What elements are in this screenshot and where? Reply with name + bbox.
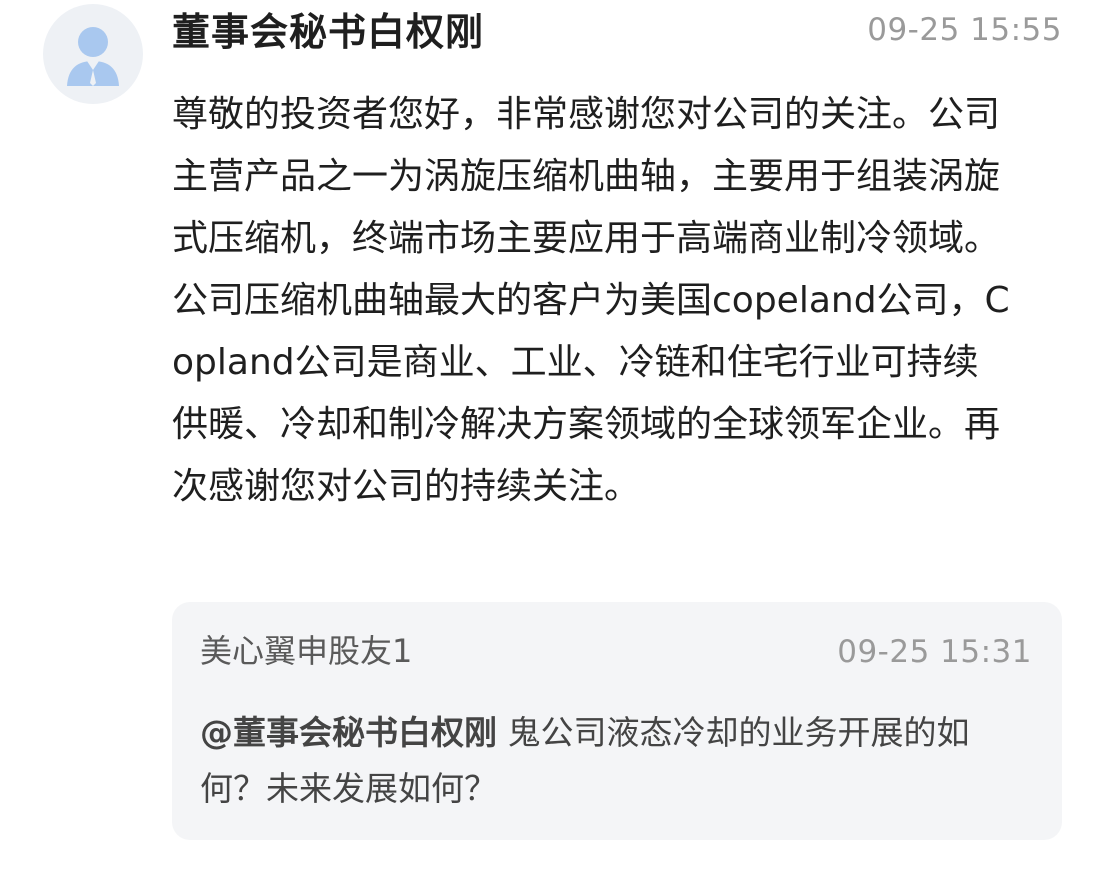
- author-avatar[interactable]: [43, 4, 143, 104]
- reply-body: 尊敬的投资者您好，非常感谢您对公司的关注。公司主营产品之一为涡旋压缩机曲轴，主要…: [172, 94, 1010, 507]
- question-body: @董事会秘书白权刚 鬼公司液态冷却的业务开展的如何？未来发展如何？: [200, 705, 1020, 817]
- question-mention[interactable]: @董事会秘书白权刚: [200, 713, 497, 752]
- qa-reply-card: 董事会秘书白权刚 09-25 15:55 尊敬的投资者您好，非常感谢您对公司的关…: [0, 0, 1104, 885]
- question-username[interactable]: 美心翼申股友1: [200, 630, 412, 672]
- author-name[interactable]: 董事会秘书白权刚: [172, 8, 484, 56]
- user-avatar-icon: [67, 27, 119, 86]
- quoted-question[interactable]: 美心翼申股友1 09-25 15:31 @董事会秘书白权刚 鬼公司液态冷却的业务…: [172, 602, 1062, 840]
- reply-timestamp: 09-25 15:55: [867, 12, 1062, 48]
- question-timestamp: 09-25 15:31: [837, 634, 1032, 670]
